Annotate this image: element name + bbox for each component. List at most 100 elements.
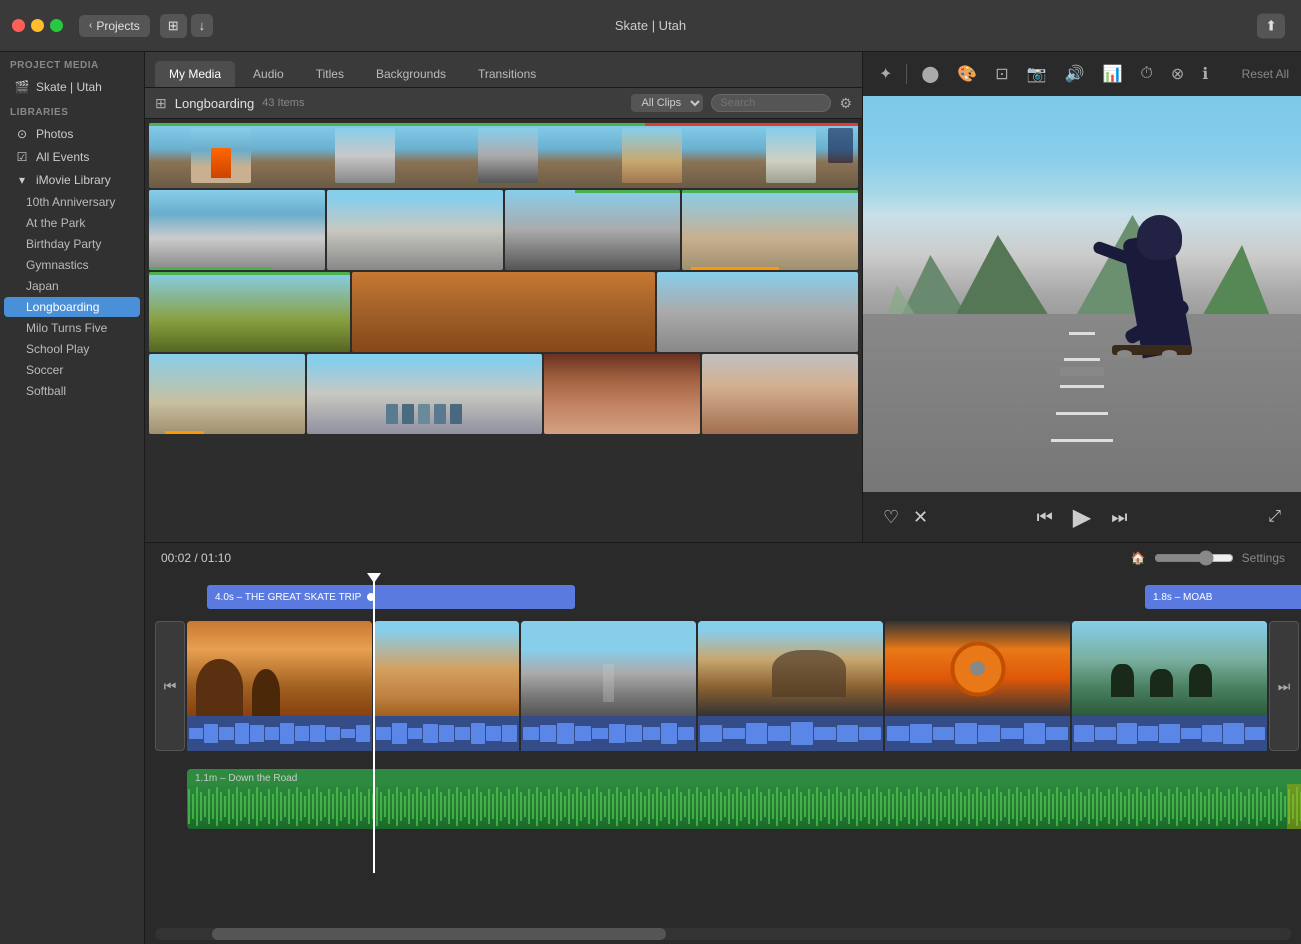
video-clip-4[interactable]: [698, 621, 883, 761]
equalizer-button[interactable]: 📊: [1098, 62, 1126, 86]
media-row-2: 3.9s ⚙: [149, 190, 858, 270]
timeline-section: 00:02 / 01:10 🏠 Settings 4.0s – THE GREA…: [145, 542, 1301, 944]
tab-audio[interactable]: Audio: [239, 61, 298, 87]
media-thumb-8[interactable]: ⚙: [657, 272, 858, 352]
scroll-thumb[interactable]: [212, 928, 666, 940]
sidebar-item-gymnastics[interactable]: Gymnastics: [4, 255, 140, 275]
reset-all-button[interactable]: Reset All: [1242, 67, 1289, 81]
media-thumb-10[interactable]: [307, 354, 541, 434]
title-clip-1[interactable]: 4.0s – THE GREAT SKATE TRIP: [207, 585, 575, 609]
all-clips-select[interactable]: All Clips: [631, 94, 703, 112]
speed-button[interactable]: ⏱: [1136, 63, 1156, 85]
video-clip-1[interactable]: [187, 621, 372, 761]
media-thumb-7[interactable]: [352, 272, 654, 352]
sidebar-item-birthday-party[interactable]: Birthday Party: [4, 234, 140, 254]
maximize-button[interactable]: [50, 19, 63, 32]
title-clip-2[interactable]: 1.8s – MOAB: [1145, 585, 1301, 609]
crop-button[interactable]: ⊡: [991, 62, 1012, 86]
media-thumb-11[interactable]: [544, 354, 700, 434]
sidebar: PROJECT MEDIA 🎬 Skate | Utah LIBRARIES ⊙…: [0, 52, 145, 944]
tab-transitions[interactable]: Transitions: [464, 61, 550, 87]
search-input[interactable]: [711, 94, 831, 112]
play-button[interactable]: ▶: [1073, 503, 1091, 532]
tab-backgrounds[interactable]: Backgrounds: [362, 61, 460, 87]
minimize-button[interactable]: [31, 19, 44, 32]
media-thumb-9[interactable]: ⚙: [149, 354, 305, 434]
share-button[interactable]: ⬆: [1257, 13, 1285, 38]
sidebar-item-milo-turns-five[interactable]: Milo Turns Five: [4, 318, 140, 338]
track-skip-right-button[interactable]: ⏭: [1269, 621, 1299, 751]
item-count: 43 Items: [262, 97, 304, 109]
preview-video-content: [863, 96, 1301, 492]
media-thumb-4[interactable]: ⚙: [505, 190, 681, 270]
preview-panel: ✦ ⬤ 🎨 ⊡ 📷 🔊 📊 ⏱ ⊗ ℹ Reset All: [863, 52, 1301, 542]
stabilization-button[interactable]: 📷: [1023, 62, 1051, 86]
media-thumb-3[interactable]: 3.9s: [327, 190, 503, 270]
timeline-scrollbar[interactable]: [155, 928, 1291, 940]
media-thumb-12[interactable]: [702, 354, 858, 434]
audio-track: 1.1m – Down the Road: [155, 769, 1301, 829]
volume-button[interactable]: 🔊: [1061, 62, 1089, 86]
waveform-6: [1072, 716, 1267, 751]
zoom-slider[interactable]: [1154, 550, 1234, 566]
sidebar-item-at-the-park[interactable]: At the Park: [4, 213, 140, 233]
settings-gear-button[interactable]: ⚙: [839, 95, 852, 112]
reject-button[interactable]: ✕: [913, 507, 928, 528]
media-thumb-1[interactable]: [149, 123, 858, 188]
audio-clip-1[interactable]: 1.1m – Down the Road: [187, 769, 1301, 829]
favorite-button[interactable]: ♡: [883, 507, 899, 528]
video-clip-3[interactable]: [521, 621, 696, 761]
sidebar-item-project[interactable]: 🎬 Skate | Utah: [4, 76, 140, 98]
grid-view-button[interactable]: ⊞: [160, 14, 187, 38]
main-layout: PROJECT MEDIA 🎬 Skate | Utah LIBRARIES ⊙…: [0, 52, 1301, 944]
import-button[interactable]: ↓: [191, 14, 214, 37]
media-thumb-2[interactable]: [149, 190, 325, 270]
video-clip-2[interactable]: [374, 621, 519, 761]
timeline-settings-row: 🏠 Settings: [1131, 550, 1285, 566]
sidebar-item-soccer[interactable]: Soccer: [4, 360, 140, 380]
zoom-icon: 🏠: [1131, 551, 1146, 565]
chevron-left-icon: ‹: [89, 20, 92, 31]
tab-my-media[interactable]: My Media: [155, 61, 235, 87]
content-area: My Media Audio Titles Backgrounds Transi…: [145, 52, 1301, 944]
waveform-2: [374, 716, 519, 751]
color-balance-button[interactable]: ⬤: [917, 62, 943, 86]
sidebar-item-japan[interactable]: Japan: [4, 276, 140, 296]
timeline-content[interactable]: 4.0s – THE GREAT SKATE TRIP 1.8s – MOAB …: [145, 573, 1301, 924]
next-frame-button[interactable]: ⏭: [1111, 507, 1127, 528]
media-thumb-6[interactable]: [149, 272, 350, 352]
window-title: Skate | Utah: [615, 18, 686, 33]
track-skip-left-button[interactable]: ⏮: [155, 621, 185, 751]
video-track: ⏮: [155, 621, 1301, 761]
video-clip-5[interactable]: [885, 621, 1070, 761]
sidebar-item-longboarding[interactable]: Longboarding: [4, 297, 140, 317]
video-clip-6[interactable]: [1072, 621, 1267, 761]
sidebar-item-imovie-library[interactable]: ▾ iMovie Library: [4, 169, 140, 191]
sidebar-item-softball[interactable]: Softball: [4, 381, 140, 401]
tab-titles[interactable]: Titles: [302, 61, 358, 87]
projects-button[interactable]: ‹ Projects: [79, 15, 150, 37]
timeline-header: 00:02 / 01:10 🏠 Settings: [145, 543, 1301, 573]
close-button[interactable]: [12, 19, 25, 32]
timeline-settings-button[interactable]: Settings: [1242, 551, 1285, 565]
media-grid: 3.9s ⚙: [145, 119, 862, 542]
media-thumb-5[interactable]: [682, 190, 858, 270]
sidebar-item-photos[interactable]: ⊙ Photos: [4, 123, 140, 145]
noise-reduction-button[interactable]: ⊗: [1167, 62, 1188, 86]
events-icon: ☑: [14, 150, 30, 164]
libraries-label: LIBRARIES: [0, 99, 144, 122]
photos-icon: ⊙: [14, 127, 30, 141]
preview-toolbar: ✦ ⬤ 🎨 ⊡ 📷 🔊 📊 ⏱ ⊗ ℹ Reset All: [863, 52, 1301, 96]
sidebar-item-school-play[interactable]: School Play: [4, 339, 140, 359]
magic-wand-button[interactable]: ✦: [875, 62, 896, 86]
prev-frame-button[interactable]: ⏮: [1037, 507, 1053, 528]
traffic-lights: [0, 19, 75, 32]
grid-view-icon[interactable]: ⊞: [155, 95, 167, 112]
color-correct-button[interactable]: 🎨: [953, 62, 981, 86]
sidebar-item-all-events[interactable]: ☑ All Events: [4, 146, 140, 168]
expand-button[interactable]: ⤢: [1268, 508, 1281, 526]
info-button[interactable]: ℹ: [1198, 62, 1212, 86]
media-header: ⊞ Longboarding 43 Items All Clips ⚙: [145, 88, 862, 119]
media-header-controls: All Clips ⚙: [631, 94, 852, 112]
sidebar-item-10th-anniversary[interactable]: 10th Anniversary: [4, 192, 140, 212]
